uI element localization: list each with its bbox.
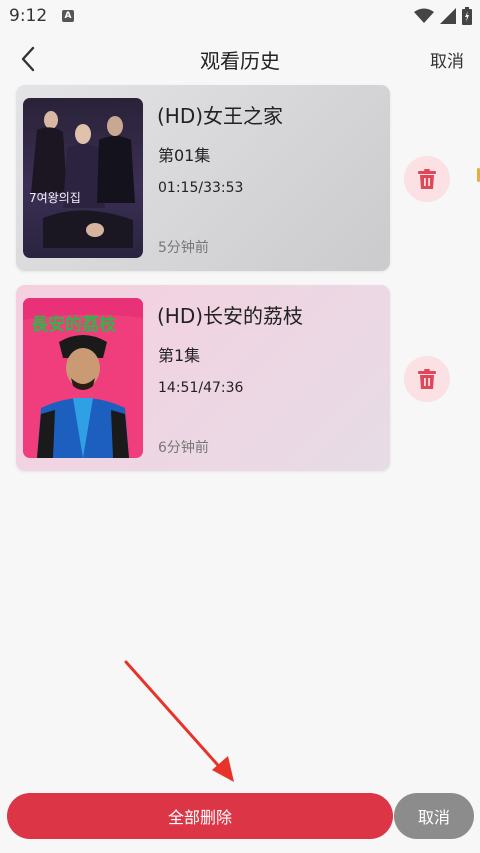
trash-icon	[418, 369, 436, 389]
watch-progress: 14:51/47:36	[158, 380, 244, 396]
status-time: 9:12	[9, 6, 48, 26]
page-title: 观看历史	[200, 49, 280, 73]
notification-a-icon: A	[62, 10, 74, 22]
header: 观看历史 取消	[0, 36, 480, 82]
wifi-icon	[414, 8, 434, 23]
bottom-action-bar: 全部删除 取消	[0, 792, 480, 842]
watched-time: 5分钟前	[158, 240, 209, 256]
video-title: (HD)长安的荔枝	[157, 304, 304, 328]
poster-title-text: 長安的荔枝	[31, 314, 117, 335]
poster-image: 7여왕의집	[23, 98, 143, 258]
status-icons	[414, 7, 472, 25]
battery-icon	[462, 7, 472, 25]
poster-title-text: 7여왕의집	[29, 191, 81, 205]
episode-label: 第01集	[158, 146, 211, 165]
delete-all-button[interactable]: 全部删除	[7, 793, 393, 839]
trash-icon	[418, 169, 436, 189]
header-cancel-button[interactable]: 取消	[430, 47, 464, 72]
watch-progress: 01:15/33:53	[158, 180, 244, 196]
history-item[interactable]: 長安的荔枝 (HD)长安的荔枝 第1集 14:51/47:36 6分钟前	[16, 285, 390, 471]
bottom-cancel-button[interactable]: 取消	[394, 793, 474, 839]
delete-button[interactable]	[404, 156, 450, 202]
episode-label: 第1集	[158, 346, 201, 365]
watched-time: 6分钟前	[158, 440, 209, 456]
video-title: (HD)女王之家	[157, 104, 284, 128]
poster-image: 長安的荔枝	[23, 298, 143, 458]
annotation-arrow-icon	[124, 660, 234, 782]
cell-signal-icon	[440, 8, 456, 24]
delete-button[interactable]	[404, 356, 450, 402]
status-bar: 9:12 A	[0, 0, 480, 32]
history-item[interactable]: 7여왕의집 (HD)女王之家 第01集 01:15/33:53 5分钟前	[16, 85, 390, 271]
